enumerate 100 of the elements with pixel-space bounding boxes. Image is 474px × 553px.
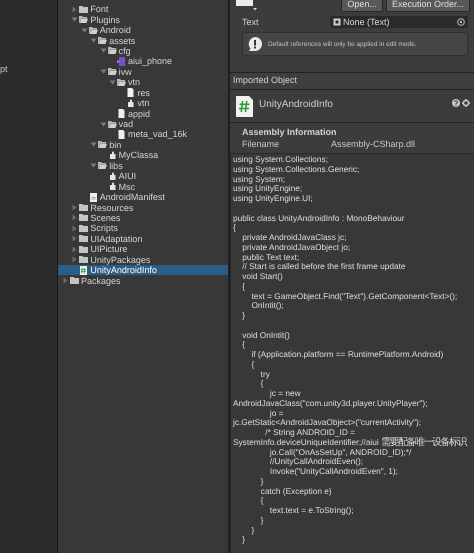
tree-item[interactable]: UIPicture <box>58 244 228 254</box>
tree-item[interactable]: vad <box>58 118 228 130</box>
tree-item[interactable]: AndroidManifest <box>58 192 228 202</box>
code-line: if (Application.platform == RuntimePlatform.Android) <box>250 350 444 360</box>
collapsed-arrow-icon[interactable] <box>71 256 78 264</box>
code-line: jc.GetStatic<AndroidJavaObject>("currentActivity"); <box>233 418 422 428</box>
code-line: using System; <box>233 174 286 184</box>
code-line: void OnIntit() <box>241 330 291 340</box>
collapsed-arrow-icon[interactable] <box>71 224 78 232</box>
collapsed-arrow-icon[interactable] <box>71 235 78 242</box>
document-icon <box>88 192 98 202</box>
tree-item[interactable]: res <box>58 88 228 98</box>
target-icon[interactable] <box>457 18 465 26</box>
collapsed-arrow-icon[interactable] <box>71 246 78 253</box>
help-icon[interactable] <box>452 99 460 107</box>
code-line: { <box>241 340 246 350</box>
code-line: public Text text; <box>241 252 300 262</box>
code-line: /* String ANDROID_ID = <box>264 428 356 438</box>
settings-icon[interactable] <box>462 99 470 107</box>
file-icon <box>117 130 126 139</box>
tree-item[interactable]: vtn <box>58 77 228 88</box>
tree-item[interactable]: Msc <box>58 181 228 192</box>
expanded-arrow-icon[interactable] <box>109 78 116 86</box>
tree-item[interactable]: UIAdaptation <box>58 234 228 244</box>
expanded-arrow-icon[interactable] <box>80 26 88 34</box>
code-line: AndroidJavaClass("com.unity3d.player.UnityPlayer"); <box>233 398 428 408</box>
code-line: void Start() <box>241 272 284 282</box>
tree-item[interactable]: UnityAndroidInfo <box>58 264 228 276</box>
file-icon <box>126 88 136 98</box>
code-line: using System.Collections.Generic; <box>233 164 360 174</box>
tree-item[interactable]: Resources <box>58 202 228 213</box>
code-line: using UnityEngine.UI; <box>233 194 314 204</box>
folder-open-icon <box>98 140 108 150</box>
expanded-arrow-icon[interactable] <box>100 47 107 54</box>
code-line: { <box>241 282 246 292</box>
code-line: text = GameObject.Find("Text").GetComponent<Text>(); <box>250 292 458 302</box>
project-file-icon <box>117 56 126 66</box>
code-line: } <box>260 516 264 526</box>
tree-item[interactable]: ivw <box>58 66 228 78</box>
code-line: } <box>250 526 256 536</box>
expanded-arrow-icon[interactable] <box>90 37 98 44</box>
collapsed-arrow-icon[interactable] <box>62 277 69 284</box>
code-line: SystemInfo.deviceUniqueIdentifier;//aiui 需要配备唯一设备标识 <box>233 438 468 448</box>
tree-item[interactable]: vtn <box>58 98 228 108</box>
object-icon <box>333 18 341 26</box>
code-line: OnIntit(); <box>250 301 284 311</box>
folder-open-icon <box>98 161 108 170</box>
expanded-arrow-icon[interactable] <box>90 162 98 170</box>
code-line: text.text = e.ToString(); <box>268 506 355 516</box>
tree-item[interactable]: meta_vad_16k <box>58 129 228 140</box>
field-value: Assembly-CSharp.dll <box>331 139 416 149</box>
tree-item[interactable]: assets <box>58 35 228 46</box>
folder-open-icon <box>79 15 88 24</box>
folder-icon <box>79 4 88 14</box>
folder-open-icon <box>108 46 117 56</box>
code-line: jo.Call("OnAsSetUp", ANDROID_ID);*/ <box>270 448 412 458</box>
panel-label: pt <box>0 64 9 74</box>
code-line: private AndroidJavaObject jo; <box>241 242 352 252</box>
tree-item[interactable]: AIUI <box>58 171 228 182</box>
code-line: { <box>260 379 264 389</box>
tree-item[interactable]: bin <box>58 140 228 150</box>
expanded-arrow-icon[interactable] <box>71 16 78 24</box>
tree-item[interactable]: MyClassa <box>58 150 228 161</box>
tree-item[interactable]: Font <box>58 4 228 14</box>
tree-item[interactable]: UnityPackages <box>58 254 228 265</box>
folder-open-icon <box>98 36 108 46</box>
code-line: public class UnityAndroidInfo : MonoBehaviour <box>233 214 406 224</box>
code-line: catch (Exception e) <box>260 486 333 496</box>
collapsed-arrow-icon[interactable] <box>71 214 78 222</box>
folder-icon <box>70 276 79 286</box>
tree-item[interactable]: cfg <box>58 46 228 56</box>
tree-item[interactable]: appid <box>58 108 228 119</box>
object-field[interactable]: None (Text) <box>330 16 468 28</box>
code-line: } <box>260 476 264 486</box>
code-line: using UnityEngine; <box>233 184 304 194</box>
toolbar-button[interactable]: Open... <box>341 0 383 12</box>
tree-item[interactable]: Scenes <box>58 212 228 224</box>
tree-item[interactable]: Packages <box>58 275 228 286</box>
code-line: jc = new <box>268 389 302 399</box>
code-line: } <box>241 535 246 545</box>
tree-item[interactable]: aiui_phone <box>58 56 228 67</box>
puzzle-icon <box>126 98 136 108</box>
expanded-arrow-icon[interactable] <box>100 120 107 128</box>
tree-item[interactable]: Scripts <box>58 223 228 234</box>
expanded-arrow-icon[interactable] <box>100 68 107 76</box>
section-header: Imported Object <box>230 72 474 90</box>
folder-open-icon <box>108 67 117 76</box>
code-line: } <box>241 311 246 321</box>
code-line: private AndroidJavaClass jc; <box>241 233 348 243</box>
code-line: using System.Collections; <box>233 155 329 165</box>
collapsed-arrow-icon[interactable] <box>71 6 78 13</box>
tree-item[interactable]: Android <box>58 24 228 36</box>
collapsed-arrow-icon[interactable] <box>71 204 78 212</box>
expanded-arrow-icon[interactable] <box>90 141 98 148</box>
file-icon <box>117 109 126 118</box>
field-label: Filename <box>242 139 280 149</box>
tree-item[interactable]: Plugins <box>58 14 228 25</box>
toolbar-button[interactable]: Execution Order... <box>386 0 470 12</box>
tree-item[interactable]: libs <box>58 160 228 171</box>
section-title: Assembly Information <box>242 127 338 137</box>
